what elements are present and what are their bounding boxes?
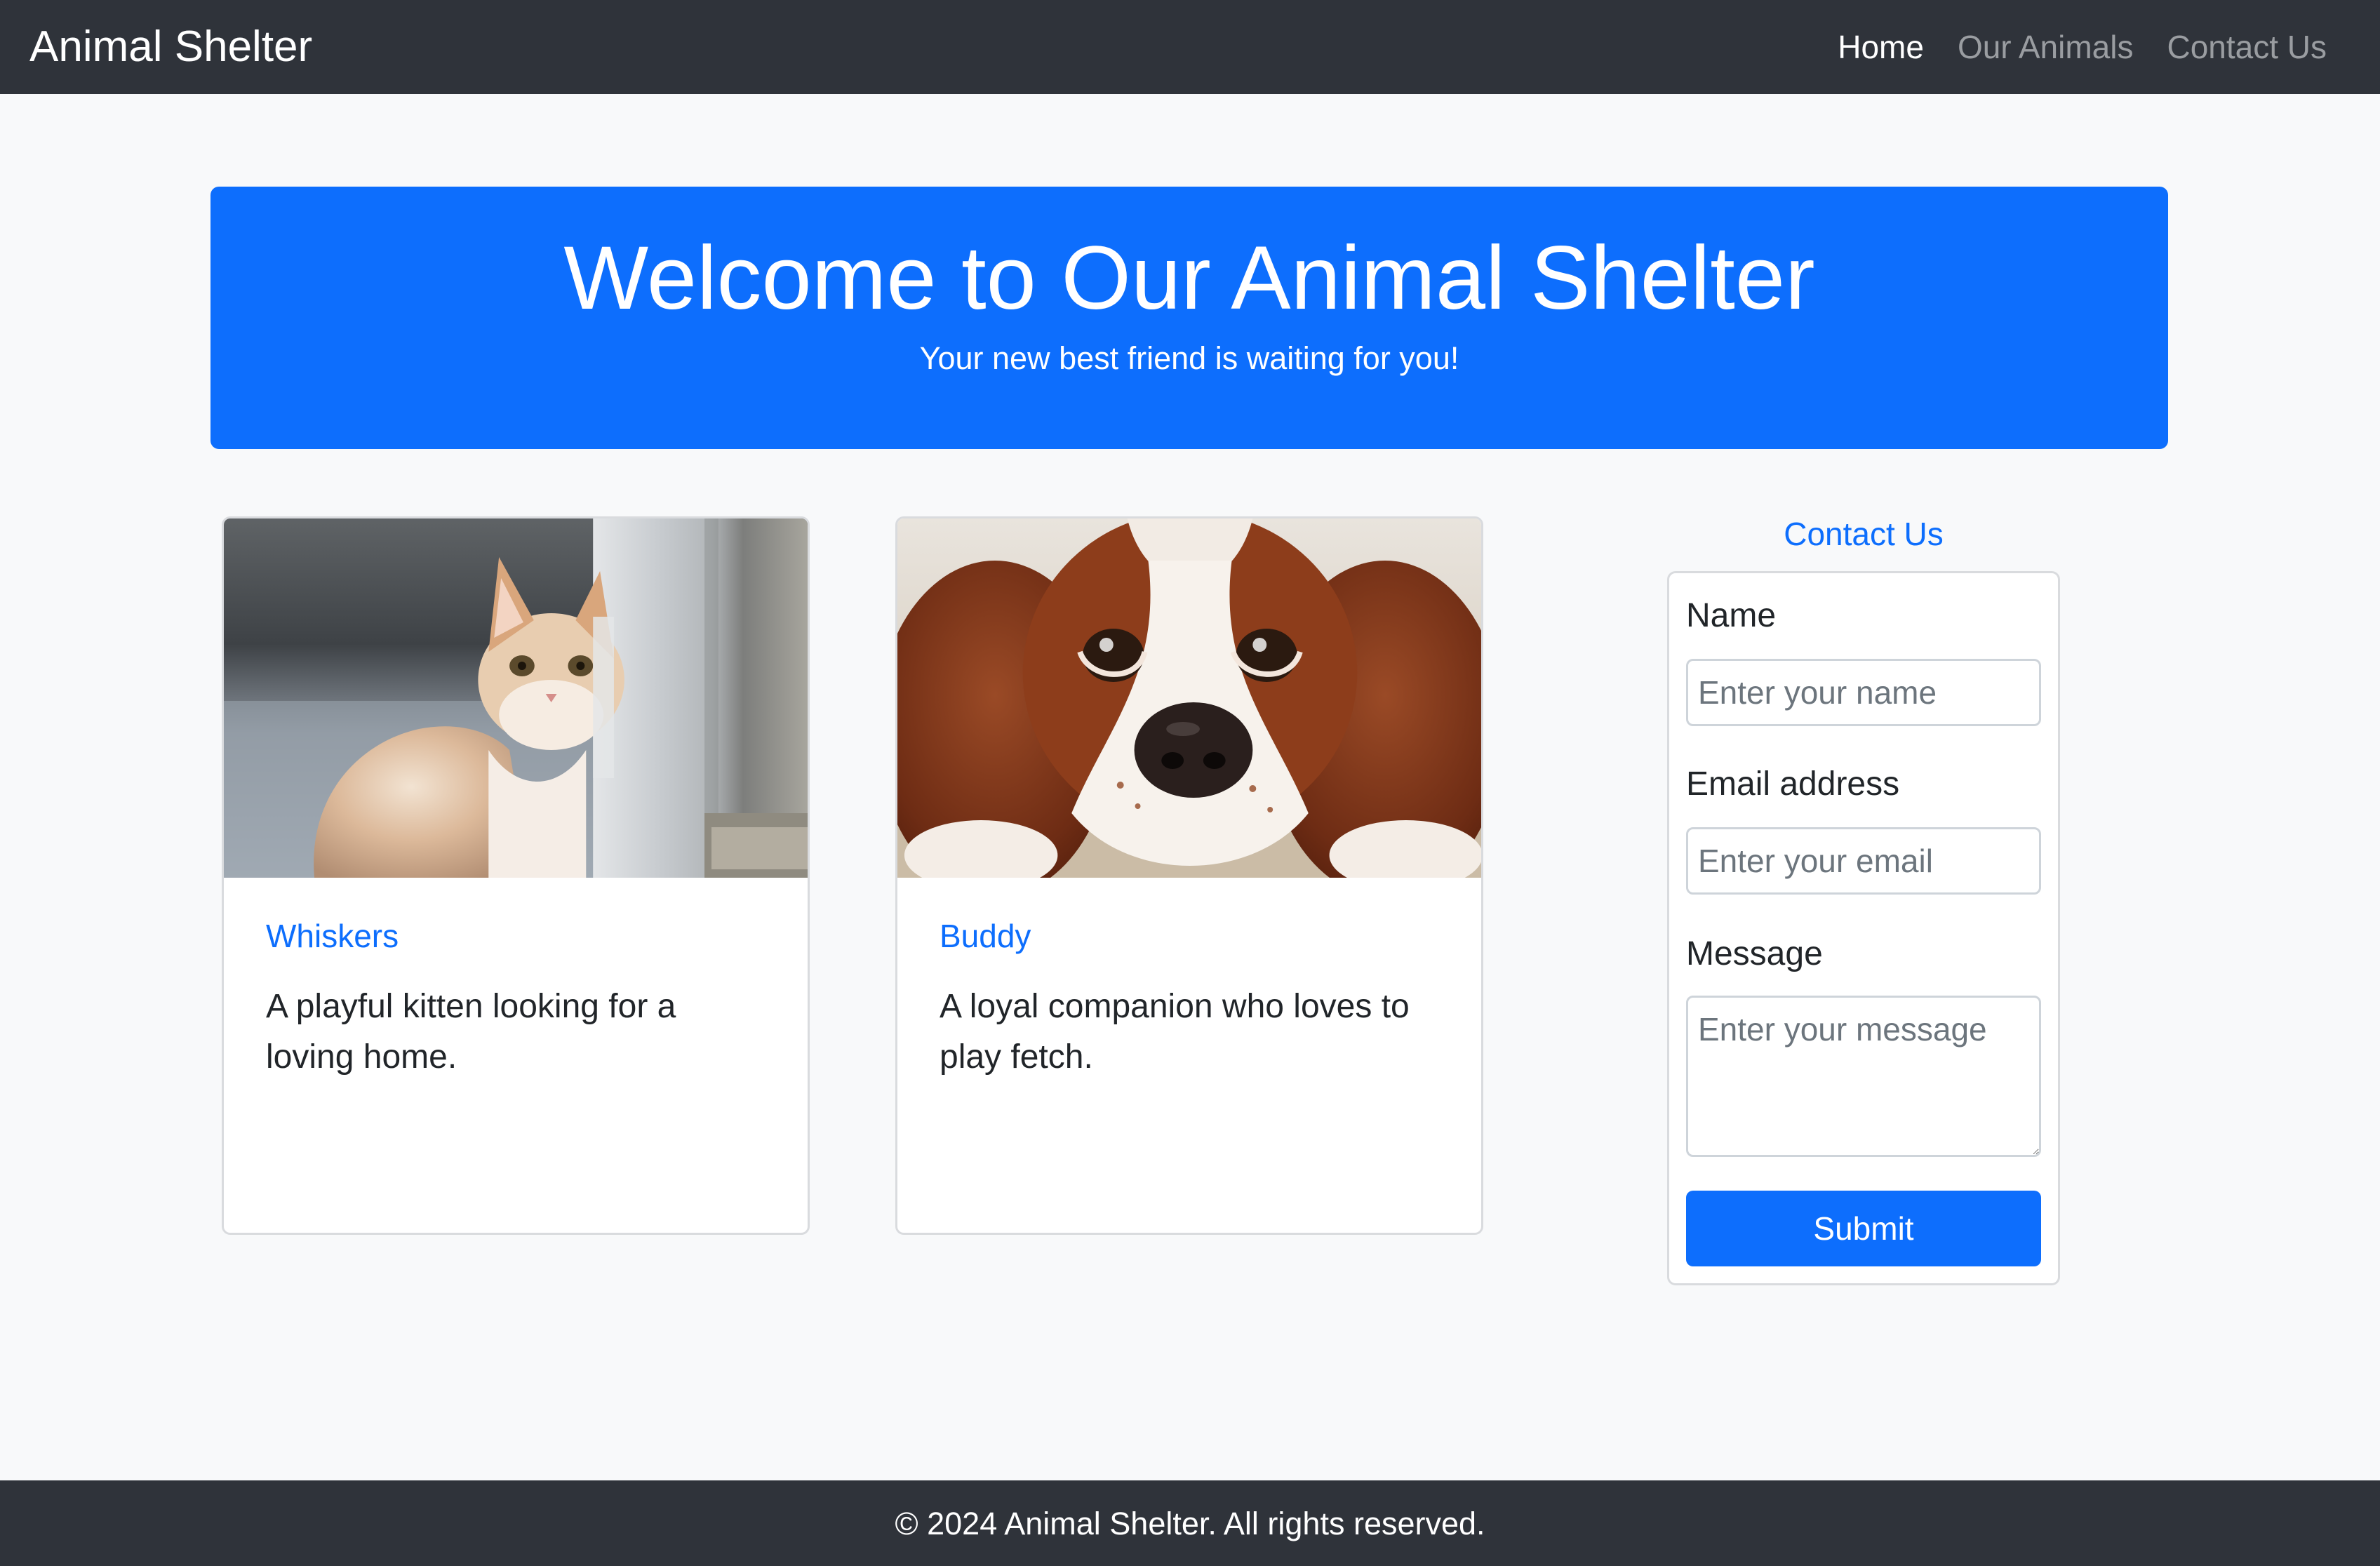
name-input[interactable] bbox=[1686, 659, 2041, 726]
nav-link-contact-us[interactable]: Contact Us bbox=[2167, 31, 2327, 63]
animal-description: A playful kitten looking for a loving ho… bbox=[266, 988, 676, 1076]
animal-card-whiskers: Whiskers A playful kitten looking for a … bbox=[222, 516, 810, 1235]
puppy-photo bbox=[897, 518, 1481, 878]
submit-button[interactable]: Submit bbox=[1686, 1191, 2041, 1266]
kitten-photo bbox=[224, 518, 808, 878]
message-textarea[interactable] bbox=[1686, 996, 2041, 1157]
contact-form: Name Email address Message Submit bbox=[1667, 571, 2060, 1285]
footer-copyright: © 2024 Animal Shelter. All rights reserv… bbox=[895, 1505, 1485, 1541]
animal-description: A loyal companion who loves to play fetc… bbox=[940, 988, 1410, 1076]
name-label: Name bbox=[1686, 597, 1777, 634]
nav-link-our-animals[interactable]: Our Animals bbox=[1958, 31, 2134, 63]
hero-subtitle: Your new best friend is waiting for you! bbox=[919, 340, 1459, 376]
contact-heading: Contact Us bbox=[1784, 516, 1944, 552]
hero-title: Welcome to Our Animal Shelter bbox=[563, 228, 1815, 328]
brand-logo[interactable]: Animal Shelter bbox=[29, 25, 312, 69]
hero-banner: Welcome to Our Animal Shelter Your new b… bbox=[210, 187, 2168, 449]
email-label: Email address bbox=[1686, 765, 1900, 803]
footer: © 2024 Animal Shelter. All rights reserv… bbox=[0, 1480, 2380, 1566]
animal-card-buddy: Buddy A loyal companion who loves to pla… bbox=[895, 516, 1483, 1235]
nav-link-home[interactable]: Home bbox=[1838, 31, 1924, 63]
email-input[interactable] bbox=[1686, 827, 2041, 895]
nav-links: Home Our Animals Contact Us bbox=[1838, 31, 2351, 63]
animal-name[interactable]: Buddy bbox=[940, 917, 1031, 956]
navbar: Animal Shelter Home Our Animals Contact … bbox=[0, 0, 2380, 94]
message-label: Message bbox=[1686, 935, 1823, 972]
animal-name[interactable]: Whiskers bbox=[266, 917, 399, 956]
